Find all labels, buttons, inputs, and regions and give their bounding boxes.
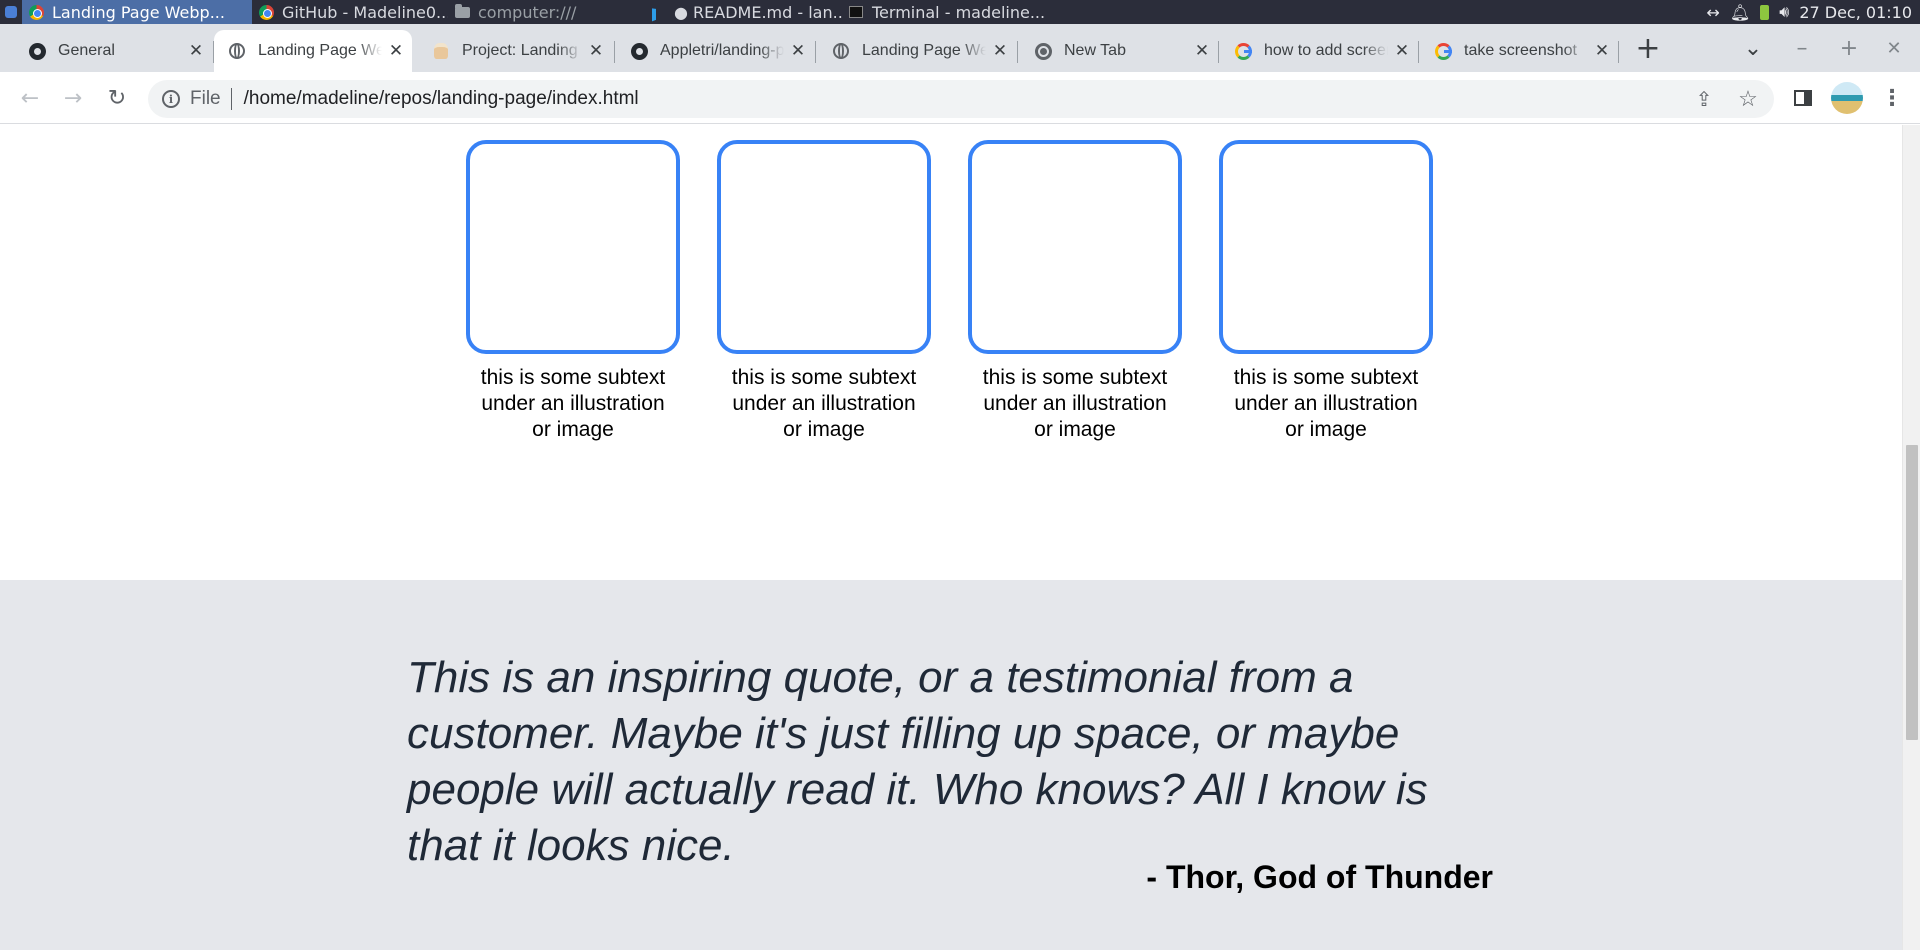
taskbar-item-label: GitHub - Madeline0... xyxy=(282,2,448,22)
site-info-icon[interactable]: i xyxy=(162,90,180,108)
card-caption: this is some subtext under an illustrati… xyxy=(1233,366,1419,441)
browser-toolbar: ← → ↻ i File /home/madeline/repos/landin… xyxy=(0,72,1920,124)
chrome-icon xyxy=(1034,42,1052,60)
github-icon xyxy=(28,42,46,60)
taskbar-item-github[interactable]: GitHub - Madeline0... xyxy=(252,0,448,24)
illustration-placeholder xyxy=(466,140,680,354)
network-icon[interactable]: ↔ xyxy=(1707,3,1720,22)
illustration-card: this is some subtext under an illustrati… xyxy=(1219,140,1433,443)
address-bar[interactable]: i File /home/madeline/repos/landing-page… xyxy=(148,80,1774,118)
terminal-icon xyxy=(848,4,864,20)
google-icon xyxy=(1434,42,1452,60)
tab-search-chevron-icon[interactable]: ⌄ xyxy=(1733,24,1773,72)
tab-take-screenshot[interactable]: take screenshot ✕ xyxy=(1420,30,1618,72)
taskbar-item-label: Terminal - madeline... xyxy=(872,2,1046,22)
illustration-placeholder xyxy=(968,140,1182,354)
tab-general[interactable]: General ✕ xyxy=(14,30,212,72)
notification-bell-icon[interactable]: 🔔︎ xyxy=(1730,3,1750,22)
chrome-icon xyxy=(28,4,44,20)
globe-icon xyxy=(228,42,246,60)
scrollbar-thumb[interactable] xyxy=(1906,445,1918,740)
taskbar-item-landing-page[interactable]: Landing Page Webp... xyxy=(22,0,252,24)
tab-close-icon[interactable]: ✕ xyxy=(1592,41,1612,61)
side-panel-icon[interactable] xyxy=(1785,80,1821,116)
url-scheme-label: File xyxy=(190,88,221,109)
url-text[interactable]: /home/madeline/repos/landing-page/index.… xyxy=(244,88,639,110)
system-tray: ↔ 🔔︎ 🔊︎ 27 Dec, 01:10 xyxy=(1707,0,1920,24)
quote-author: - Thor, God of Thunder xyxy=(1146,859,1493,895)
new-tab-button[interactable]: + xyxy=(1628,24,1668,72)
reload-icon[interactable]: ↻ xyxy=(97,72,137,124)
tab-title: New Tab xyxy=(1064,42,1126,59)
illustration-placeholder xyxy=(717,140,931,354)
tab-title: General xyxy=(58,42,115,59)
forward-arrow-icon[interactable]: → xyxy=(53,72,93,124)
tab-close-icon[interactable]: ✕ xyxy=(386,41,406,61)
tab-appletri-landing-page[interactable]: Appletri/landing-page ✕ xyxy=(616,30,814,72)
tab-landing-page-active[interactable]: Landing Page Webpage ✕ xyxy=(214,30,412,72)
illustration-placeholder xyxy=(1219,140,1433,354)
tab-how-to-add-screenshot[interactable]: how to add screenshot ✕ xyxy=(1220,30,1418,72)
tab-new-tab[interactable]: New Tab ✕ xyxy=(1020,30,1218,72)
github-icon xyxy=(630,42,648,60)
taskbar-item-label: ● README.md - lan... xyxy=(674,2,842,22)
avatar[interactable] xyxy=(1829,80,1865,116)
chrome-icon xyxy=(258,4,274,20)
quote-section: This is an inspiring quote, or a testimo… xyxy=(0,580,1902,950)
tab-title: how to add screenshot xyxy=(1264,42,1388,59)
taskbar-item-label: computer:/// xyxy=(478,2,577,22)
system-panel: Landing Page Webp... GitHub - Madeline0.… xyxy=(0,0,1920,24)
illustration-card: this is some subtext under an illustrati… xyxy=(717,140,931,443)
tab-close-icon[interactable]: ✕ xyxy=(1392,41,1412,61)
tab-title: take screenshot xyxy=(1464,42,1577,59)
tab-close-icon[interactable]: ✕ xyxy=(788,41,808,61)
volume-icon[interactable]: 🔊︎ xyxy=(1779,2,1789,22)
menu-kebab-icon[interactable]: ⋮ xyxy=(1874,80,1910,116)
battery-icon[interactable] xyxy=(1760,4,1770,20)
illustration-cards: this is some subtext under an illustrati… xyxy=(466,140,1433,443)
google-icon xyxy=(1234,42,1252,60)
tab-close-icon[interactable]: ✕ xyxy=(1192,41,1212,61)
back-arrow-icon[interactable]: ← xyxy=(10,72,50,124)
tab-close-icon[interactable]: ✕ xyxy=(990,41,1010,61)
taskbar-item-vscode[interactable]: ● README.md - lan... xyxy=(644,0,842,24)
tab-title: Project: Landing Page xyxy=(462,42,582,59)
minimize-button[interactable]: – xyxy=(1782,24,1822,72)
clock[interactable]: 27 Dec, 01:10 xyxy=(1799,3,1912,22)
share-icon[interactable]: ⇪ xyxy=(1686,80,1722,118)
illustration-card: this is some subtext under an illustrati… xyxy=(968,140,1182,443)
bookmark-star-icon[interactable]: ☆ xyxy=(1730,80,1766,118)
tab-close-icon[interactable]: ✕ xyxy=(186,41,206,61)
tab-title: Appletri/landing-page xyxy=(660,42,784,59)
card-caption: this is some subtext under an illustrati… xyxy=(982,366,1168,441)
tab-title: Landing Page Webpage xyxy=(258,42,382,59)
card-caption: this is some subtext under an illustrati… xyxy=(480,366,666,441)
tab-close-icon[interactable]: ✕ xyxy=(586,41,606,61)
testimonial-quote: This is an inspiring quote, or a testimo… xyxy=(407,653,1428,870)
globe-icon xyxy=(832,42,850,60)
tab-landing-page-2[interactable]: Landing Page Webpage ✕ xyxy=(818,30,1016,72)
taskbar-item-file-manager[interactable]: computer:/// xyxy=(448,0,644,24)
url-divider xyxy=(230,88,232,110)
tab-title: Landing Page Webpage xyxy=(862,42,986,59)
taskbar-item-label: Landing Page Webp... xyxy=(52,2,225,22)
close-window-button[interactable]: ✕ xyxy=(1874,24,1914,72)
page-viewport: this is some subtext under an illustrati… xyxy=(0,125,1902,950)
folder-icon xyxy=(454,3,470,20)
card-caption: this is some subtext under an illustrati… xyxy=(731,366,917,441)
maximize-button[interactable]: + xyxy=(1829,24,1869,72)
vscode-icon xyxy=(650,3,666,21)
tab-project-landing-page[interactable]: Project: Landing Page ✕ xyxy=(418,30,612,72)
taskbar-item-terminal[interactable]: Terminal - madeline... xyxy=(842,0,1052,24)
app-menu-icon[interactable] xyxy=(0,0,22,24)
illustration-card: this is some subtext under an illustrati… xyxy=(466,140,680,443)
odin-icon xyxy=(432,42,450,60)
page-scrollbar[interactable] xyxy=(1902,125,1920,950)
